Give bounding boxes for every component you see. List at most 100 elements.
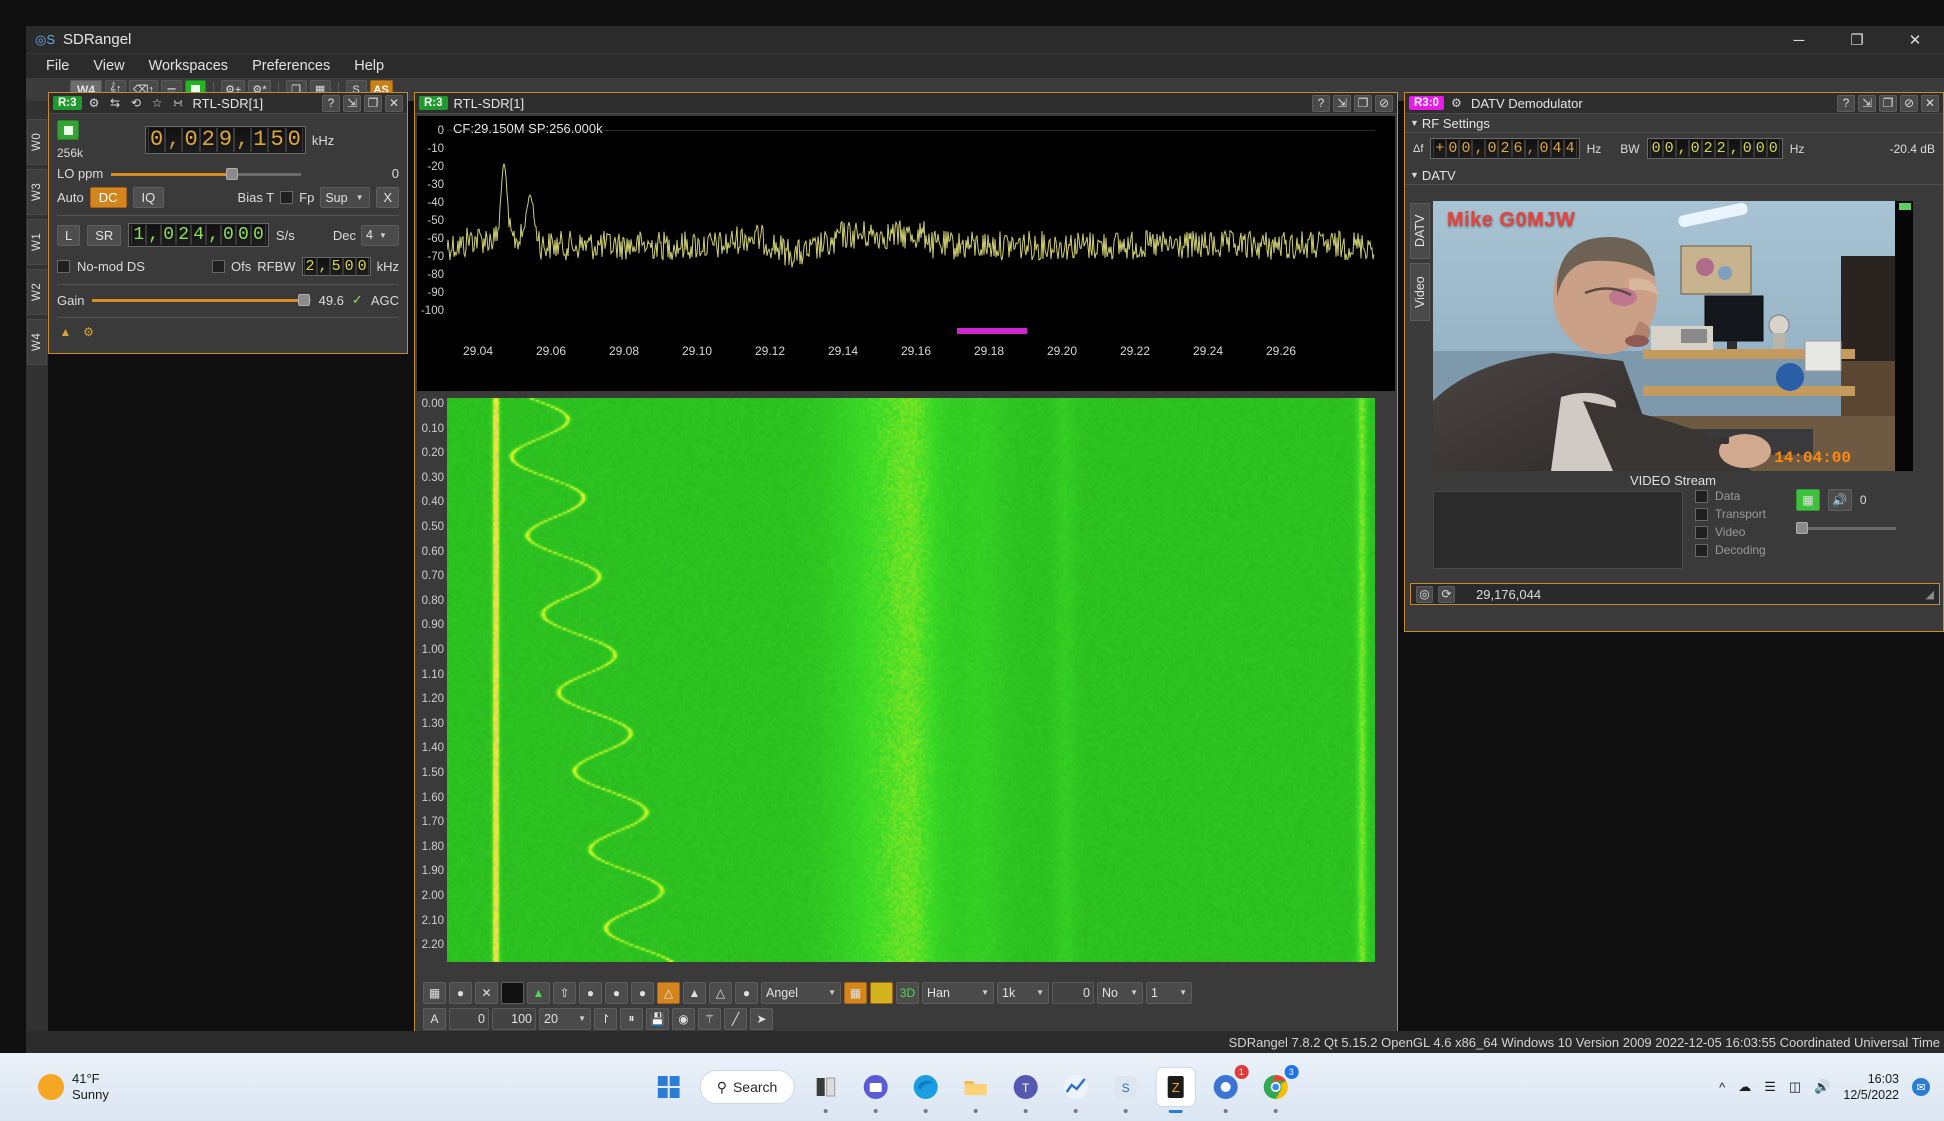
fp-mode-combo[interactable]: Sup ▼ [320, 187, 371, 208]
hide-icon[interactable]: ⊘ [1375, 94, 1393, 112]
menu-workspaces[interactable]: Workspaces [137, 56, 241, 76]
no-mod-ds-checkbox[interactable] [57, 260, 70, 273]
video-stream-icon[interactable]: ▦ [1795, 489, 1820, 511]
trace-color-icon[interactable]: ● [735, 981, 758, 1004]
grid-icon[interactable]: ▦ [423, 981, 446, 1004]
ref-level-combo[interactable]: 1 ▼ [1146, 981, 1192, 1004]
averaging-spinbox[interactable]: 0 [1052, 981, 1094, 1004]
start-button[interactable] [650, 1068, 688, 1106]
trace-intensity-2-icon[interactable]: ● [605, 981, 628, 1004]
fps-combo[interactable]: 20 ▼ [539, 1007, 591, 1030]
bias-t-checkbox[interactable] [280, 191, 294, 204]
help-icon[interactable]: ? [1312, 94, 1330, 112]
fft-spectrum-plot[interactable]: CF:29.150M SP:256.000k 0 -10 -20 -30 -40… [417, 116, 1395, 391]
close-icon[interactable]: ✕ [385, 94, 403, 112]
tab-video[interactable]: Video [1410, 263, 1430, 321]
chart-icon[interactable] [1056, 1068, 1094, 1113]
offset-checkbox[interactable] [212, 260, 226, 273]
reset-icon[interactable]: ⟳ [1438, 585, 1455, 603]
teams-icon[interactable]: T [1006, 1068, 1044, 1113]
close-button[interactable]: ✕ [1886, 26, 1944, 54]
taskbar-search[interactable]: ⚲ Search [699, 1070, 795, 1104]
trace-intensity-icon[interactable]: ● [579, 981, 602, 1004]
chevron-up-icon[interactable]: ^ [1719, 1080, 1725, 1095]
video-display[interactable]: Mike G0MJW 14:04:00 [1433, 201, 1913, 471]
tab-datv[interactable]: DATV [1410, 203, 1430, 259]
hide-icon[interactable]: ⊘ [1900, 94, 1918, 112]
close-icon[interactable]: ✕ [1921, 94, 1939, 112]
notification-center-icon[interactable]: ✉ [1912, 1078, 1930, 1096]
ref-range-spinbox[interactable]: 100 [492, 1007, 536, 1030]
decimation-combo[interactable]: 4 ▼ [361, 224, 399, 246]
weather-widget[interactable]: 41°F Sunny [38, 1071, 109, 1104]
device-start-stop-button[interactable] [57, 120, 79, 140]
menu-file[interactable]: File [34, 56, 81, 76]
gear-icon[interactable]: ⚙ [86, 95, 103, 112]
agc-checkmark-icon[interactable]: ✓ [352, 292, 363, 308]
sample-rate-lock-button[interactable]: L [57, 224, 81, 246]
swap-icon[interactable]: ⇆ [107, 95, 124, 112]
workspace-tab-w2[interactable]: W2 [27, 269, 47, 315]
spectrum-fill-icon[interactable]: ▲ [527, 981, 550, 1004]
workspace-tab-w0[interactable]: W0 [27, 119, 47, 165]
window-function-combo[interactable]: Han ▼ [922, 981, 994, 1004]
center-frequency-display[interactable]: 0,029,150 [145, 126, 306, 154]
resize-grip-icon[interactable]: ◢ [1926, 588, 1934, 601]
cloud-icon[interactable]: ☁ [1738, 1079, 1751, 1095]
help-icon[interactable]: ? [322, 94, 340, 112]
active-app-icon[interactable]: Z [1156, 1068, 1195, 1113]
shrink-icon[interactable]: ❐ [1879, 94, 1897, 112]
detach-icon[interactable]: ⇲ [1333, 94, 1351, 112]
widgets-icon[interactable] [806, 1068, 844, 1113]
lo-ppm-slider[interactable] [111, 167, 302, 181]
broadcast-icon[interactable]: ◉ [672, 1007, 695, 1030]
iq-correction-button[interactable]: IQ [132, 187, 165, 208]
gain-slider[interactable] [92, 293, 311, 307]
ref-min-spinbox[interactable]: 0 [449, 1007, 489, 1030]
menu-preferences[interactable]: Preferences [240, 56, 342, 76]
decay-curve-icon[interactable]: ↾ [594, 1007, 617, 1030]
datv-section-header[interactable]: ▼ DATV [1405, 166, 1943, 185]
channel-marker[interactable] [957, 328, 1027, 334]
antenna-up-icon[interactable]: ▲ [57, 323, 74, 340]
menu-help[interactable]: Help [342, 56, 396, 76]
taskbar-clock[interactable]: 16:03 12/5/2022 [1843, 1071, 1899, 1104]
shrink-icon[interactable]: ❐ [1354, 94, 1372, 112]
detach-icon[interactable]: ⇲ [343, 94, 361, 112]
workspace-tab-w4[interactable]: W4 [27, 319, 47, 365]
gear-icon[interactable]: ⚙ [1448, 95, 1465, 112]
current-trace-icon[interactable]: △ [657, 981, 680, 1004]
sdrangel-taskbar-icon[interactable]: S [1106, 1068, 1144, 1113]
map-icon[interactable]: ∺ [170, 95, 187, 112]
fft-size-combo[interactable]: 1k ▼ [997, 981, 1049, 1004]
save-icon[interactable]: 💾 [646, 1007, 669, 1030]
maximize-button[interactable]: ❐ [1828, 26, 1886, 54]
color-map-combo[interactable]: Angel ▼ [761, 981, 841, 1004]
measure-icon[interactable]: ╱ [724, 1007, 747, 1030]
clear-spectrum-icon[interactable]: ✕ [475, 981, 498, 1004]
delta-frequency-display[interactable]: +0 0, 0 2 6, 0 4 4 [1430, 138, 1580, 159]
workspace-tab-w3[interactable]: W3 [27, 169, 47, 215]
mail-icon[interactable] [856, 1068, 894, 1113]
avg-trace-icon[interactable]: △ [709, 981, 732, 1004]
volume-slider[interactable] [1795, 521, 1896, 535]
explorer-icon[interactable] [956, 1068, 994, 1113]
browser-icon[interactable]: 1 [1206, 1065, 1249, 1113]
max-hold-icon[interactable]: ⇧ [553, 981, 576, 1004]
marker-icon[interactable]: ➤ [750, 1007, 773, 1030]
auto-scale-button[interactable]: A [423, 1007, 446, 1030]
detach-icon[interactable]: ⇲ [1858, 94, 1876, 112]
constellation-display[interactable] [1433, 491, 1683, 569]
minimize-button[interactable]: ─ [1770, 26, 1828, 54]
trace-intensity-3-icon[interactable]: ● [631, 981, 654, 1004]
network-icon[interactable]: ☰ [1764, 1079, 1776, 1095]
crosshair-icon[interactable]: ⚚ [698, 1007, 721, 1030]
waterfall-toggle-icon[interactable] [870, 981, 893, 1004]
pause-icon[interactable]: ⏸ [620, 1007, 643, 1030]
edge-icon[interactable] [906, 1068, 944, 1113]
sample-rate-mode-button[interactable]: SR [87, 224, 122, 246]
peak-trace-icon[interactable]: ▲ [683, 981, 706, 1004]
workspace-tab-w1[interactable]: W1 [27, 219, 47, 265]
target-icon[interactable]: ◎ [1416, 585, 1433, 603]
histogram-icon[interactable]: ▦ [844, 981, 867, 1004]
